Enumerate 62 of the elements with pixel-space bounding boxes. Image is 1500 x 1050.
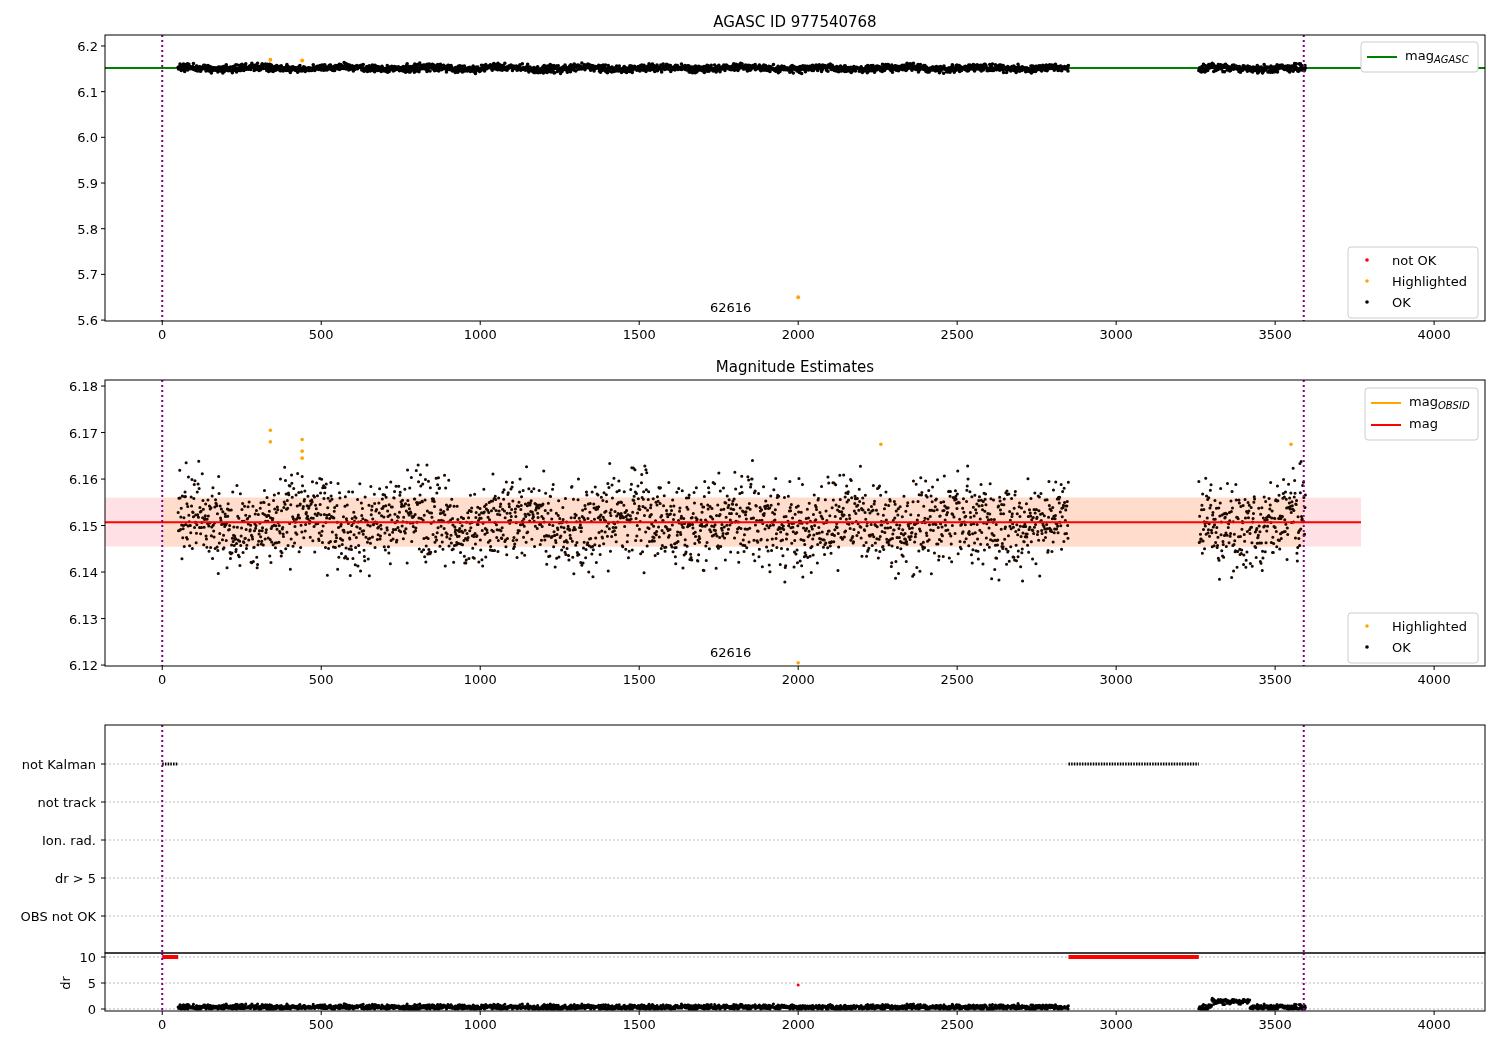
x-tick-label: 1500	[622, 672, 656, 687]
category-label: Ion. rad.	[42, 833, 96, 848]
y-tick-label: 6.2	[77, 38, 98, 54]
x-tick-label: 3500	[1258, 1017, 1292, 1032]
y-tick-label: 0	[87, 1002, 96, 1017]
category-label: OBS not OK	[20, 909, 96, 924]
x-tick-label: 1500	[622, 1017, 656, 1032]
chart-title: AGASC ID 977540768	[713, 13, 877, 31]
y-tick-label: 5.7	[77, 267, 98, 283]
x-tick-label: 2000	[781, 1017, 815, 1032]
legend-label: OK	[1392, 640, 1411, 655]
y-tick-label: 5.9	[77, 176, 98, 192]
x-tick-label: 4000	[1417, 1017, 1451, 1032]
y-tick-label: 10	[79, 950, 96, 965]
x-tick-label: 500	[308, 1017, 334, 1032]
category-label: not Kalman	[21, 757, 96, 772]
x-tick-label: 1000	[463, 327, 497, 340]
x-tick-label: 0	[158, 327, 167, 340]
x-tick-label: 0	[158, 672, 167, 687]
y-tick-label: 6.14	[69, 565, 98, 581]
legend-label: Highlighted	[1392, 274, 1467, 289]
legend-label: not OK	[1392, 253, 1437, 268]
x-tick-label: 4000	[1417, 327, 1451, 340]
legend-label: Highlighted	[1392, 619, 1467, 634]
x-tick-label: 2000	[781, 327, 815, 340]
category-label: not track	[37, 795, 96, 810]
axis-label: dr	[58, 976, 73, 990]
y-tick-label: 6.17	[69, 425, 98, 441]
x-tick-label: 3000	[1099, 327, 1133, 340]
y-tick-label: 6.15	[69, 518, 98, 534]
y-tick-label: 6.1	[77, 84, 98, 100]
category-label: dr > 5	[54, 871, 96, 886]
x-tick-label: 1000	[463, 672, 497, 687]
x-tick-label: 3500	[1258, 327, 1292, 340]
annotation-label: 62616	[710, 645, 752, 660]
x-tick-label: 2500	[940, 672, 974, 687]
y-tick-label: 6.0	[77, 130, 98, 146]
x-tick-label: 2500	[940, 327, 974, 340]
annotation-label: 62616	[710, 300, 752, 315]
x-tick-label: 3500	[1258, 672, 1292, 687]
legend-label: OK	[1392, 295, 1411, 310]
legend-label: mag	[1409, 415, 1438, 433]
y-tick-label: 6.18	[69, 379, 98, 395]
y-tick-label: 6.12	[69, 658, 98, 674]
x-tick-label: 1000	[463, 1017, 497, 1032]
x-tick-label: 2500	[940, 1017, 974, 1032]
y-tick-label: 5.6	[77, 313, 98, 329]
x-tick-label: 500	[308, 327, 334, 340]
x-tick-label: 0	[158, 1017, 167, 1032]
x-tick-label: 3000	[1099, 672, 1133, 687]
legend-label: mag$_{OBSID}$	[1409, 393, 1470, 411]
x-tick-label: 2000	[781, 672, 815, 687]
x-tick-label: 1500	[622, 327, 656, 340]
legend-label: mag$_{AGASC}$	[1405, 47, 1469, 65]
y-tick-label: 6.16	[69, 472, 98, 488]
y-tick-label: 5	[87, 976, 96, 991]
x-tick-label: 500	[308, 672, 334, 687]
y-tick-label: 5.8	[77, 221, 98, 237]
chart-title: Magnitude Estimates	[715, 358, 875, 376]
x-tick-label: 4000	[1417, 672, 1451, 687]
x-tick-label: 3000	[1099, 1017, 1133, 1032]
y-tick-label: 6.13	[69, 611, 98, 627]
